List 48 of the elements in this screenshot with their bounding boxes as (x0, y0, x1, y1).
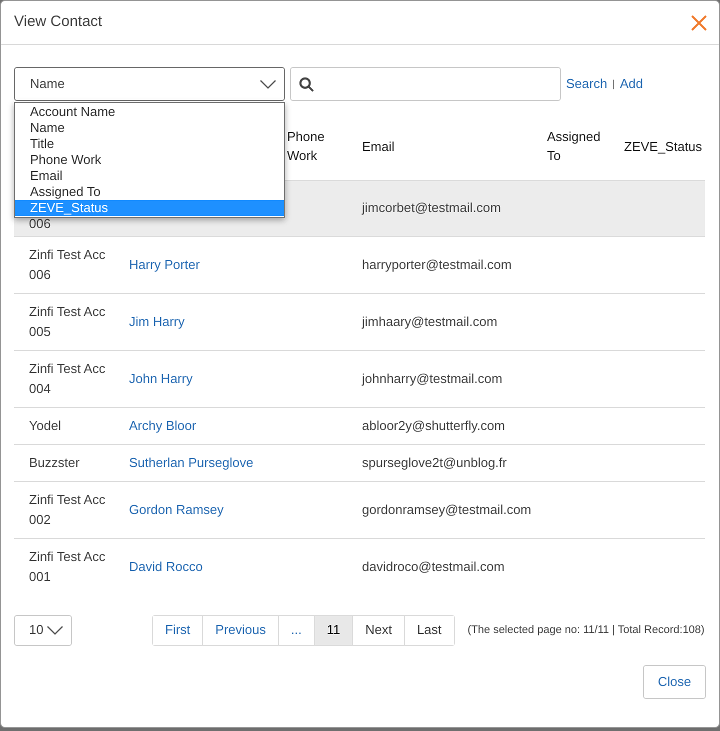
dropdown-option[interactable]: Email (15, 168, 284, 184)
table-cell-text: johnharry@testmail.com (362, 370, 504, 388)
column-header: Email (362, 138, 396, 156)
field-select[interactable]: Name (14, 67, 285, 101)
dropdown-option[interactable]: Name (15, 120, 284, 136)
table-cell-text: Zinfi Test Acc 006 (29, 246, 106, 284)
contact-link[interactable]: Sutherlan Purseglove (129, 452, 254, 472)
table-cell-text: davidroco@testmail.com (362, 558, 506, 576)
table-cell-text: abloor2y@shutterfly.com (362, 416, 506, 435)
table-cell-text: Zinfi Test Acc 002 (29, 490, 106, 528)
column-header: Assigned To (547, 128, 602, 166)
search-field[interactable] (290, 67, 561, 101)
table-cell-text: Zinfi Test Acc 001 (29, 548, 106, 586)
dropdown-option[interactable]: Assigned To (15, 184, 284, 200)
contact-link[interactable]: Jim Harry (129, 312, 185, 332)
column-header: ZEVE_Status (624, 138, 704, 156)
table-cell-text: harryporter@testmail.com (362, 256, 513, 274)
table-cell-text: spurseglove2t@unblog.fr (362, 454, 508, 472)
dropdown-option[interactable]: Phone Work (15, 152, 284, 168)
close-icon[interactable] (691, 14, 707, 30)
close-button[interactable]: Close (643, 664, 706, 698)
dropdown-option[interactable]: Title (15, 136, 284, 152)
contact-link[interactable]: John Harry (129, 368, 193, 388)
page-button[interactable]: 11 (314, 616, 352, 644)
table-cell-text: 006 (29, 216, 52, 230)
contact-link[interactable]: Gordon Ramsey (129, 500, 224, 520)
table-cell-text: jimhaary@testmail.com (362, 312, 498, 331)
add-link[interactable]: Add (620, 74, 643, 94)
contact-link[interactable]: David Rocco (129, 556, 203, 576)
link-separator: | (612, 78, 615, 92)
chevron-down-icon (260, 80, 276, 88)
chevron-down-icon (47, 626, 63, 634)
table-cell-text: gordonramsey@testmail.com (362, 500, 532, 519)
page-info: (The selected page no: 11/11 | Total Record:108) (468, 622, 705, 638)
search-icon (299, 76, 314, 92)
column-header: Phone Work (287, 128, 326, 166)
contact-link[interactable]: Archy Bloor (129, 416, 196, 436)
dropdown-option[interactable]: Account Name (15, 104, 284, 120)
table-cell-text: Yodel (29, 416, 62, 434)
dropdown-option[interactable]: ZEVE_Status (15, 200, 284, 216)
contact-link[interactable]: Harry Porter (129, 254, 200, 274)
table-cell-text: Buzzster (29, 454, 81, 472)
dialog-title: View Contact (14, 12, 102, 32)
table-cell-text: Zinfi Test Acc 004 (29, 360, 106, 398)
table-cell-text: jimcorbet@testmail.com (362, 199, 502, 217)
page-size-select[interactable]: 10 (14, 614, 72, 646)
table-cell-text: Zinfi Test Acc 005 (29, 302, 106, 340)
search-link[interactable]: Search (566, 74, 608, 94)
